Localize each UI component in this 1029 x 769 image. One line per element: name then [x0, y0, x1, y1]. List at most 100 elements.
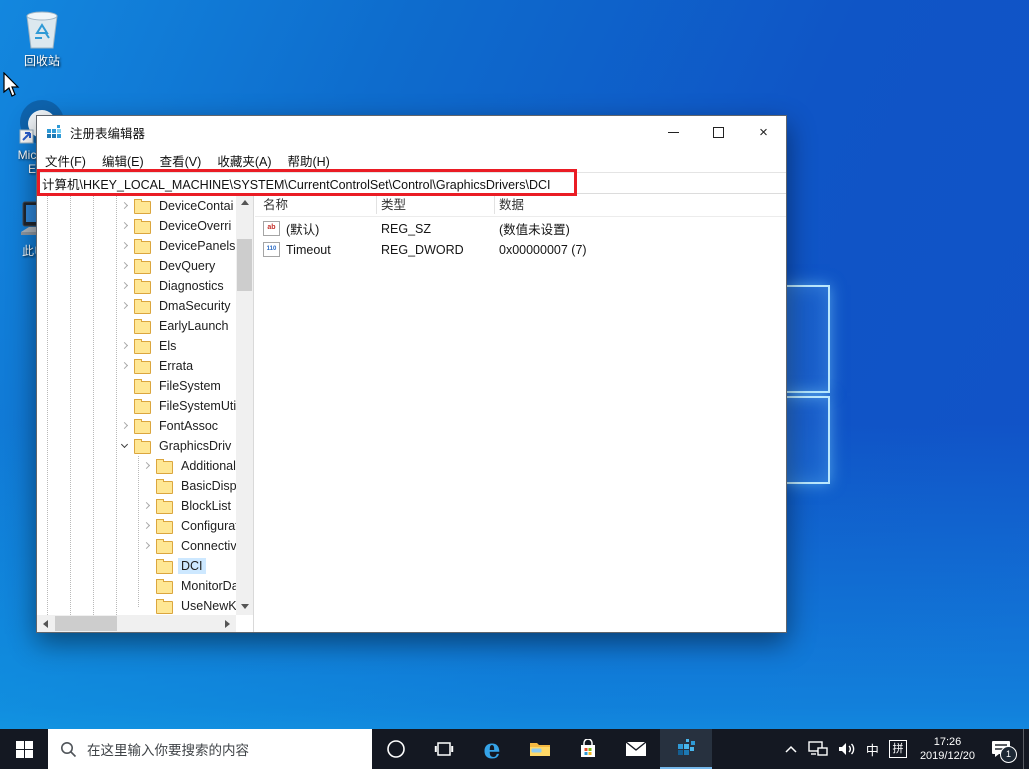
- menu-item-4[interactable]: 帮助(H): [279, 148, 337, 172]
- tree-vertical-scrollbar[interactable]: [236, 194, 253, 615]
- tree-item-basicdispl[interactable]: BasicDispl: [37, 476, 236, 496]
- chevron-down-icon[interactable]: [119, 440, 131, 452]
- tree-item-devicecontai[interactable]: DeviceContai: [37, 196, 236, 216]
- tree-item-filesystemuti[interactable]: FileSystemUti: [37, 396, 236, 416]
- scroll-right-icon[interactable]: [219, 615, 236, 632]
- system-tray: 中 拼 17:26 2019/12/20 1: [779, 729, 1029, 769]
- chevron-right-icon[interactable]: [119, 220, 131, 232]
- address-bar[interactable]: 计算机\HKEY_LOCAL_MACHINE\SYSTEM\CurrentCon…: [37, 172, 786, 194]
- tree-item-fontassoc[interactable]: FontAssoc: [37, 416, 236, 436]
- tree-horizontal-scrollbar[interactable]: [37, 615, 236, 632]
- registry-editor-app-icon: [46, 124, 62, 140]
- value-type: REG_DWORD: [381, 242, 464, 257]
- column-header-data[interactable]: 数据: [499, 194, 524, 216]
- mail-icon: [625, 741, 647, 756]
- tree-item-graphicsdriv[interactable]: GraphicsDriv: [37, 436, 236, 456]
- tree-item-blocklist[interactable]: BlockList: [37, 496, 236, 516]
- tray-clock[interactable]: 17:26 2019/12/20: [912, 729, 983, 769]
- tree-item-errata[interactable]: Errata: [37, 356, 236, 376]
- tree-item-additional[interactable]: Additional: [37, 456, 236, 476]
- search-placeholder: 在这里输入你要搜索的内容: [87, 743, 249, 758]
- tray-network-button[interactable]: [803, 729, 833, 769]
- tree-item-dci[interactable]: DCI: [37, 556, 236, 576]
- column-separator[interactable]: [376, 196, 377, 214]
- folder-icon: [134, 218, 151, 234]
- column-separator[interactable]: [494, 196, 495, 214]
- tree-item-diagnostics[interactable]: Diagnostics: [37, 276, 236, 296]
- chevron-right-icon[interactable]: [119, 240, 131, 252]
- maximize-button[interactable]: [696, 116, 741, 148]
- value-type: REG_SZ: [381, 221, 432, 236]
- folder-icon: [134, 278, 151, 294]
- menu-item-2[interactable]: 查看(V): [152, 148, 210, 172]
- taskbar-file-explorer-button[interactable]: [516, 729, 564, 769]
- scroll-left-icon[interactable]: [37, 615, 54, 632]
- menu-item-3[interactable]: 收藏夹(A): [209, 148, 279, 172]
- tray-ime-language[interactable]: 中: [861, 729, 884, 769]
- network-icon: [808, 741, 828, 756]
- value-row-(默认)[interactable]: ab (默认) REG_SZ (数值未设置): [255, 218, 786, 239]
- value-row-Timeout[interactable]: 110 Timeout REG_DWORD 0x00000007 (7): [255, 239, 786, 260]
- show-desktop-button[interactable]: [1023, 729, 1029, 769]
- chevron-right-icon[interactable]: [141, 500, 153, 512]
- microsoft-store-icon: [581, 739, 595, 757]
- tree-item-connectivi[interactable]: Connectivi: [37, 536, 236, 556]
- column-header-type[interactable]: 类型: [381, 194, 406, 216]
- close-button[interactable]: ×: [741, 116, 786, 148]
- value-rows: ab (默认) REG_SZ (数值未设置) 110 Timeout REG_DWORD 0x…: [255, 218, 786, 260]
- chevron-right-icon[interactable]: [141, 460, 153, 472]
- window-title: 注册表编辑器: [70, 126, 146, 141]
- scroll-down-icon[interactable]: [236, 598, 253, 615]
- chevron-right-icon[interactable]: [119, 360, 131, 372]
- chevron-right-icon[interactable]: [119, 280, 131, 292]
- taskbar-task-view-button[interactable]: [420, 729, 468, 769]
- value-name: (默认): [286, 223, 320, 237]
- start-button[interactable]: [0, 729, 48, 769]
- folder-icon: [156, 478, 173, 494]
- taskbar-store-button[interactable]: [564, 729, 612, 769]
- chevron-right-icon[interactable]: [119, 260, 131, 272]
- tray-chevron-up-button[interactable]: [779, 729, 803, 769]
- registry-tree-pane: DeviceContai DeviceOverri DevicePanels DevQ…: [37, 194, 254, 632]
- tray-ime-mode[interactable]: 拼: [884, 729, 912, 769]
- tree-item-els[interactable]: Els: [37, 336, 236, 356]
- taskbar-mail-button[interactable]: [612, 729, 660, 769]
- task-view-icon: [434, 742, 454, 756]
- taskbar-registry-editor-button[interactable]: [660, 729, 712, 769]
- chevron-right-icon[interactable]: [119, 300, 131, 312]
- chevron-up-icon: [785, 745, 797, 753]
- minimize-button[interactable]: [651, 116, 696, 148]
- tray-volume-button[interactable]: [833, 729, 861, 769]
- action-center-button[interactable]: 1: [983, 729, 1023, 769]
- tree-item-devquery[interactable]: DevQuery: [37, 256, 236, 276]
- chevron-right-icon[interactable]: [141, 520, 153, 532]
- tree-item-usenewke[interactable]: UseNewKe: [37, 596, 236, 615]
- title-bar[interactable]: 注册表编辑器 ×: [37, 116, 786, 148]
- folder-icon: [156, 598, 173, 614]
- menu-item-0[interactable]: 文件(F): [37, 148, 94, 172]
- taskbar-cortana-button[interactable]: [372, 729, 420, 769]
- taskbar-edge-button[interactable]: e: [468, 729, 516, 769]
- chevron-right-icon[interactable]: [119, 200, 131, 212]
- tree-item-label: GraphicsDriv: [159, 439, 232, 453]
- clock-time: 17:26: [933, 736, 962, 748]
- mouse-cursor: [3, 72, 20, 97]
- chevron-right-icon[interactable]: [119, 420, 131, 432]
- desktop-icon-recycle-bin[interactable]: 回收站: [10, 6, 74, 68]
- scrollbar-thumb[interactable]: [55, 616, 117, 631]
- chevron-right-icon[interactable]: [119, 340, 131, 352]
- scroll-up-icon[interactable]: [236, 194, 253, 211]
- folder-icon: [134, 358, 151, 374]
- tree-item-monitorda[interactable]: MonitorDa: [37, 576, 236, 596]
- tree-item-deviceoverri[interactable]: DeviceOverri: [37, 216, 236, 236]
- tree-item-earlylaunch[interactable]: EarlyLaunch: [37, 316, 236, 336]
- tree-item-configurat[interactable]: Configurat: [37, 516, 236, 536]
- tree-item-dmasecurity[interactable]: DmaSecurity: [37, 296, 236, 316]
- tree-item-devicepanels[interactable]: DevicePanels: [37, 236, 236, 256]
- tree-item-filesystem[interactable]: FileSystem: [37, 376, 236, 396]
- column-header-name[interactable]: 名称: [263, 194, 288, 216]
- chevron-right-icon[interactable]: [141, 540, 153, 552]
- scrollbar-thumb[interactable]: [237, 239, 252, 291]
- menu-item-1[interactable]: 编辑(E): [94, 148, 152, 172]
- taskbar-search-input[interactable]: 在这里输入你要搜索的内容: [48, 729, 372, 769]
